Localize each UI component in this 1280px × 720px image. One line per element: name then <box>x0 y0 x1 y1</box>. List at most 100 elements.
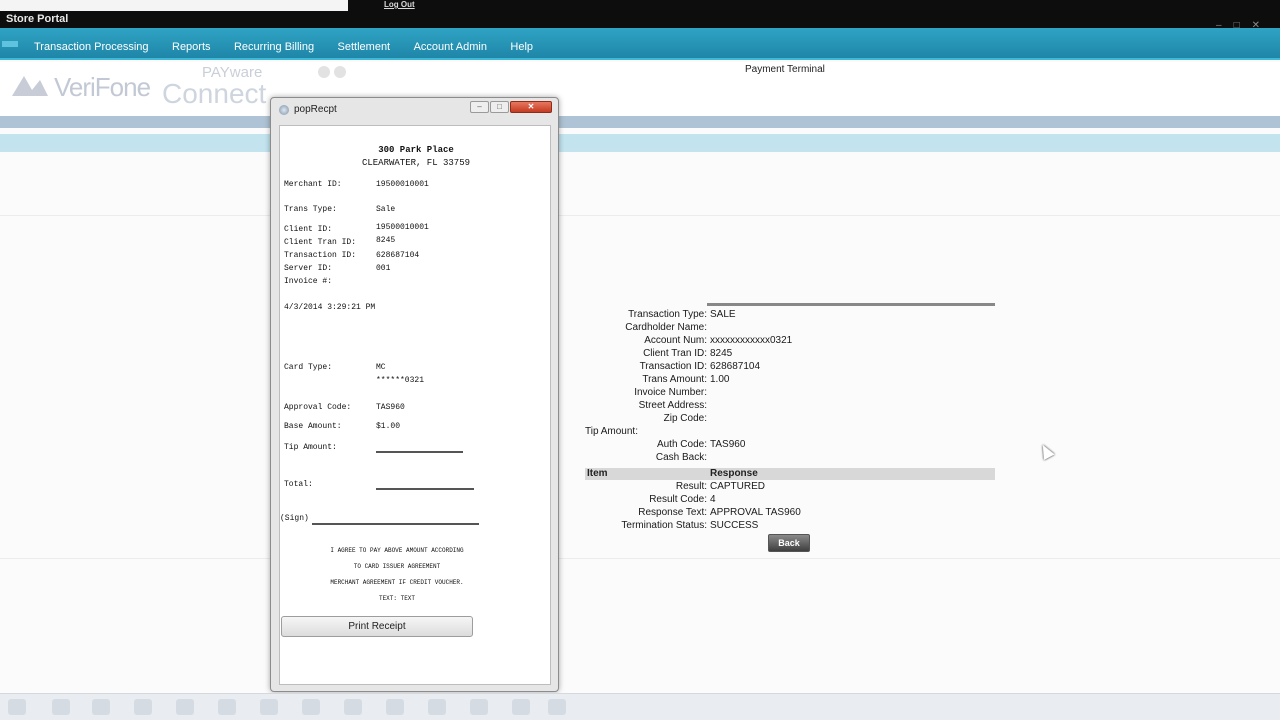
window-titlebar: Store Portal Log Out –□✕ <box>0 0 1280 31</box>
taskbar-app-icon[interactable] <box>386 699 404 715</box>
main-nav: Transaction Processing Reports Recurring… <box>0 28 1280 60</box>
client-tran-id-value: 8245 <box>376 236 396 245</box>
taskbar-app-icon[interactable] <box>134 699 152 715</box>
agreement-line2: TO CARD ISSUER AGREEMENT <box>353 563 441 570</box>
response-row: Result Code: 4 <box>649 494 716 505</box>
client-tran-id-label: Client Tran ID: <box>284 238 357 247</box>
invoice-label: Invoice #: <box>284 277 333 286</box>
result-row: Transaction Type: SALE <box>628 309 736 320</box>
result-row: Auth Code: TAS960 <box>656 439 746 450</box>
nav-account-admin[interactable]: Account Admin <box>414 41 487 53</box>
nav-transaction-processing[interactable]: Transaction Processing <box>34 41 149 53</box>
results-divider <box>707 303 995 306</box>
header-logo-band: VeriFone PAYware Connect <box>0 62 1280 116</box>
receipt: 300 Park Place CLEARWATER, FL 33759 Merc… <box>279 125 551 685</box>
verifone-logo: VeriFone <box>10 66 151 110</box>
taskbar-app-icon[interactable] <box>470 699 488 715</box>
nav-recurring-billing[interactable]: Recurring Billing <box>234 41 314 53</box>
taskbar-app-icon[interactable] <box>176 699 194 715</box>
popup-title: popRecpt <box>294 104 337 115</box>
card-type-label: Card Type: <box>284 363 333 372</box>
result-row: Tip Amount: <box>585 426 638 437</box>
response-row: Result: CAPTURED <box>675 481 766 492</box>
trans-type-value: Sale <box>376 205 396 214</box>
minimize-icon[interactable]: – <box>470 101 489 113</box>
card-type-value: MC <box>376 363 386 372</box>
taskbar <box>0 693 1280 720</box>
total-line <box>376 488 474 490</box>
back-button[interactable]: Back <box>768 534 810 552</box>
merchant-id-value: 19500010001 <box>376 180 429 189</box>
payware-logo-main: Connect <box>162 78 267 109</box>
nav-settlement[interactable]: Settlement <box>338 41 391 53</box>
result-row: Client Tran ID: 8245 <box>643 348 733 359</box>
taskbar-app-icon[interactable] <box>52 699 70 715</box>
result-row: Account Num: xxxxxxxxxxxx0321 <box>644 335 793 346</box>
total-label: Total: <box>284 480 313 489</box>
window-title: Store Portal <box>6 13 69 25</box>
signature-line <box>312 523 479 525</box>
approval-code-label: Approval Code: <box>284 403 352 412</box>
home-icon[interactable] <box>2 41 18 47</box>
receipt-popup-window: popRecpt – □ ✕ 300 Park Place CLEARWATER… <box>270 97 559 692</box>
taskbar-app-icon[interactable] <box>512 699 530 715</box>
result-row: Street Address: <box>638 400 707 411</box>
taskbar-app-icon[interactable] <box>302 699 320 715</box>
taskbar-app-icon[interactable] <box>218 699 236 715</box>
client-id-label: Client ID: <box>284 225 333 234</box>
client-id-value: 19500010001 <box>376 223 429 232</box>
close-icon[interactable]: ✕ <box>510 101 552 113</box>
payware-logo: PAYware Connect <box>162 64 282 112</box>
server-id-value: 001 <box>376 264 391 273</box>
tip-amount-line <box>376 451 463 453</box>
agreement-line4: TEXT: TEXT <box>378 595 415 602</box>
result-row: Invoice Number: <box>634 387 707 398</box>
print-receipt-button[interactable]: Print Receipt <box>281 616 473 637</box>
logout-link[interactable]: Log Out <box>384 0 415 9</box>
receipt-datetime: 4/3/2014 3:29:21 PM <box>284 303 376 312</box>
mouse-cursor-icon <box>1037 442 1055 460</box>
verifone-mark-icon <box>12 76 48 96</box>
agreement-line1: I AGREE TO PAY ABOVE AMOUNT ACCORDING <box>330 547 464 554</box>
form-divider <box>0 215 1280 216</box>
nav-reports[interactable]: Reports <box>172 41 211 53</box>
transaction-id-label: Transaction ID: <box>284 251 357 260</box>
start-icon[interactable] <box>8 699 26 715</box>
nav-help[interactable]: Help <box>510 41 533 53</box>
result-row: Trans Amount: 1.00 <box>642 374 730 385</box>
response-row: Termination Status: SUCCESS <box>621 520 759 531</box>
merchant-id-label: Merchant ID: <box>284 180 342 189</box>
maximize-icon[interactable]: □ <box>490 101 509 113</box>
card-number: ******0321 <box>376 376 425 385</box>
taskbar-app-icon[interactable] <box>548 699 566 715</box>
transaction-id-value: 628687104 <box>376 251 420 260</box>
trans-type-label: Trans Type: <box>284 205 337 214</box>
page-title: Payment Terminal <box>745 64 825 75</box>
form-divider <box>0 558 1280 559</box>
user-bar <box>0 116 1280 128</box>
response-row: Response Text: APPROVAL TAS960 <box>638 507 801 518</box>
result-row: Transaction ID: 628687104 <box>639 361 761 372</box>
server-id-label: Server ID: <box>284 264 333 273</box>
response-section-header: Item Response <box>585 468 995 480</box>
tip-amount-label: Tip Amount: <box>284 443 337 452</box>
taskbar-app-icon[interactable] <box>428 699 446 715</box>
browser-icon <box>279 105 289 115</box>
verifone-logo-text: VeriFone <box>54 72 151 102</box>
sign-label: (Sign) <box>280 514 309 523</box>
receipt-address-line1: 300 Park Place <box>378 145 454 155</box>
approval-code-value: TAS960 <box>376 403 405 412</box>
taskbar-app-icon[interactable] <box>344 699 362 715</box>
sub-nav-bar <box>0 134 1280 152</box>
taskbar-app-icon[interactable] <box>92 699 110 715</box>
base-amount-label: Base Amount: <box>284 422 342 431</box>
result-row: Cardholder Name: <box>625 322 707 333</box>
taskbar-app-icon[interactable] <box>260 699 278 715</box>
result-row: Cash Back: <box>655 452 707 463</box>
emblem-icon <box>318 66 346 78</box>
screen: Store Portal Log Out –□✕ Transaction Pro… <box>0 0 1280 720</box>
address-strip <box>0 0 348 11</box>
base-amount-value: $1.00 <box>376 422 401 431</box>
receipt-address-line2: CLEARWATER, FL 33759 <box>361 158 471 168</box>
result-row: Zip Code: <box>663 413 707 424</box>
